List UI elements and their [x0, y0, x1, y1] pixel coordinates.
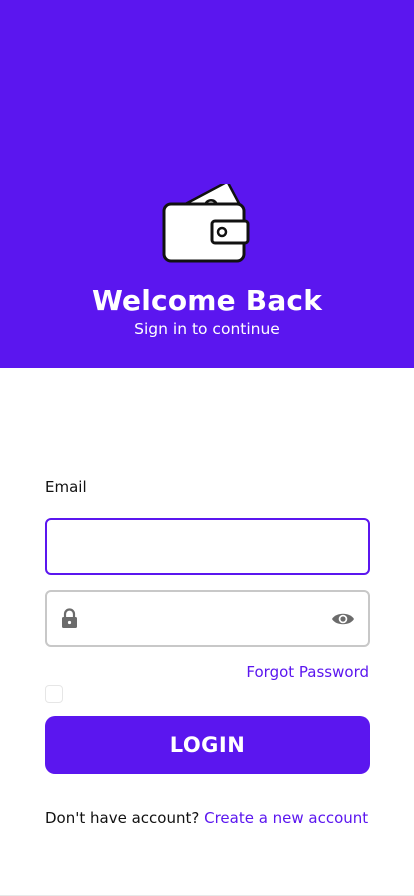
signup-prompt: Don't have account? Create a new account — [45, 809, 368, 827]
forgot-password-link[interactable]: Forgot Password — [246, 663, 369, 681]
email-field[interactable] — [45, 518, 370, 575]
signup-prompt-text: Don't have account? — [45, 809, 200, 827]
eye-icon[interactable] — [331, 611, 355, 627]
wallet-icon — [162, 184, 250, 263]
lock-icon — [62, 608, 77, 628]
password-field[interactable] — [45, 590, 370, 647]
header-banner: Welcome Back Sign in to continue — [0, 0, 414, 368]
email-input[interactable] — [59, 520, 355, 572]
email-label: Email — [45, 478, 87, 496]
login-button[interactable]: LOGIN — [45, 716, 370, 774]
page-title: Welcome Back — [91, 284, 323, 317]
remember-checkbox[interactable] — [45, 685, 63, 703]
password-input[interactable] — [91, 592, 327, 644]
page-subtitle: Sign in to continue — [134, 320, 280, 338]
create-account-link[interactable]: Create a new account — [204, 809, 368, 827]
